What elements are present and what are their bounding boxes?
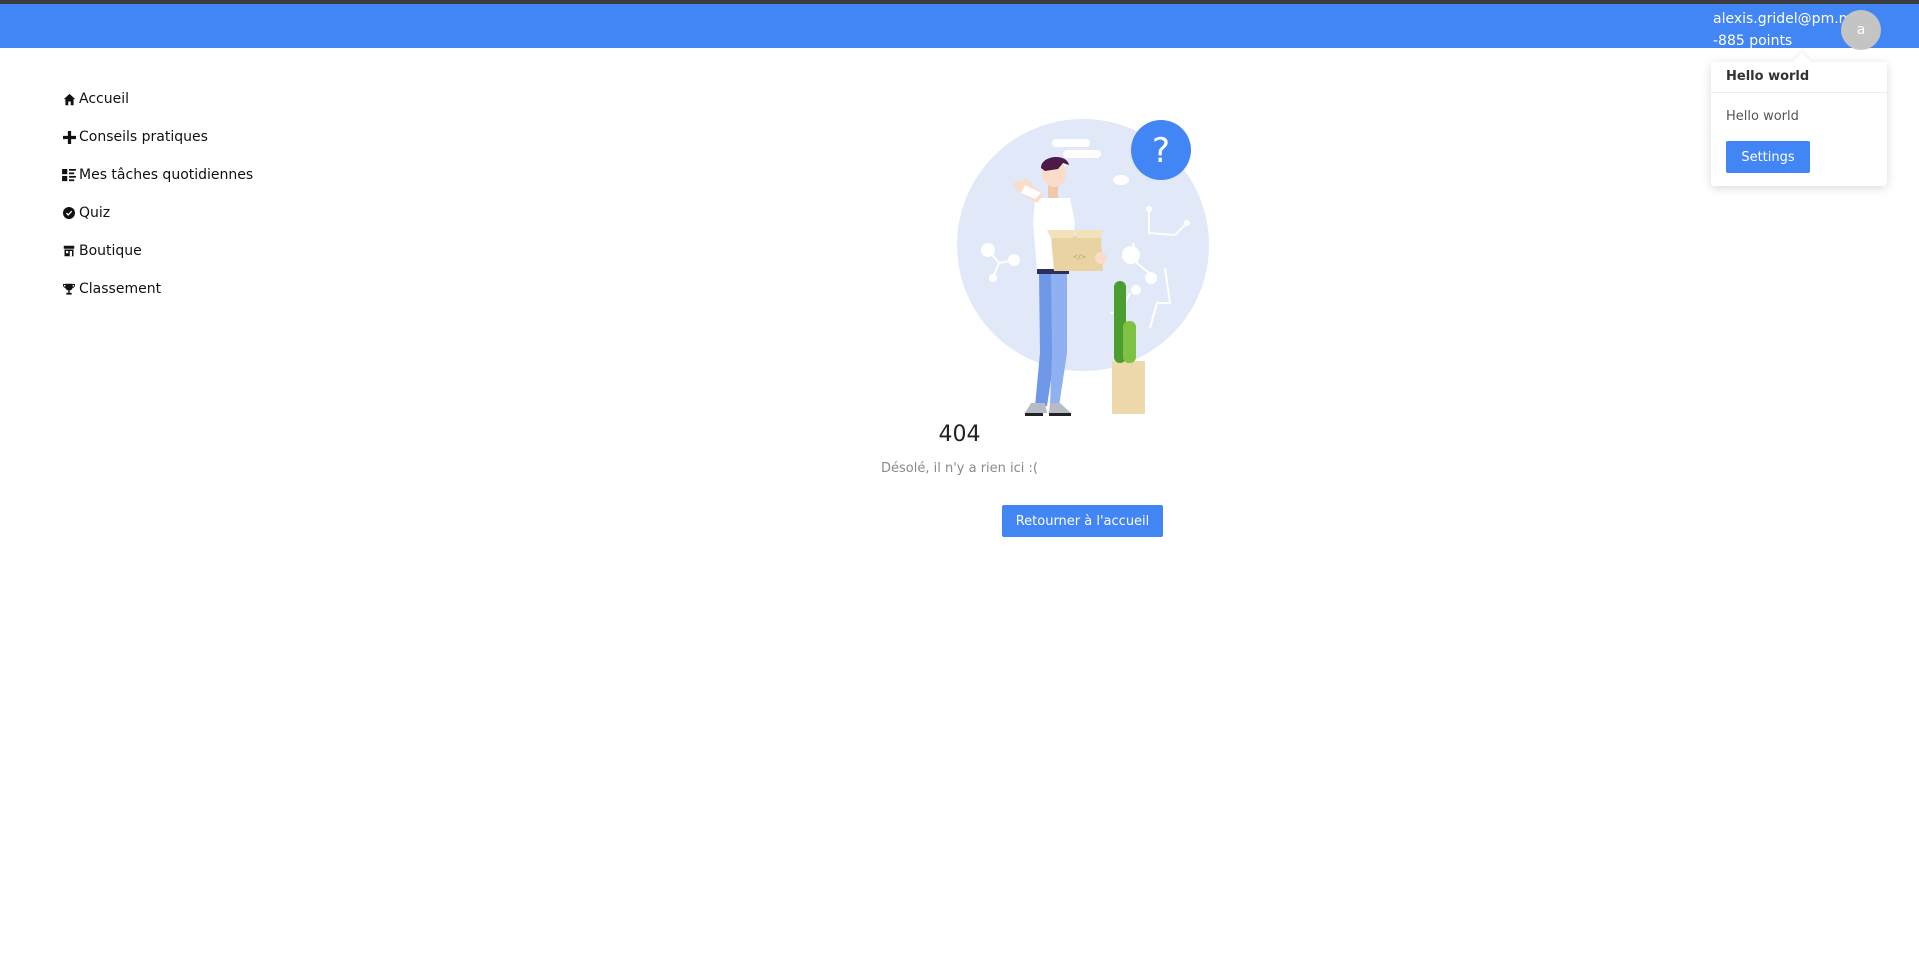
sidebar-nav: Accueil Conseils pratiques Mes tâches qu… — [61, 80, 253, 308]
user-popover: Hello world Hello world Settings — [1711, 62, 1887, 186]
avatar[interactable]: a — [1841, 10, 1881, 50]
svg-text:</>: </> — [1073, 253, 1086, 261]
sidebar-item-quiz[interactable]: Quiz — [61, 194, 253, 232]
sidebar-item-label: Mes tâches quotidiennes — [79, 167, 254, 183]
settings-button[interactable]: Settings — [1726, 141, 1810, 173]
user-info: alexis.gridel@pm.me -885 points — [1713, 8, 1861, 52]
error-code: 404 — [938, 422, 981, 447]
popover-body-text: Hello world — [1726, 109, 1799, 124]
sidebar-item-classement[interactable]: Classement — [61, 270, 253, 308]
check-circle-icon — [61, 205, 77, 221]
sidebar-item-label: Boutique — [79, 243, 142, 259]
user-points: -885 points — [1713, 33, 1793, 49]
svg-text:?: ? — [1152, 131, 1170, 171]
store-icon — [61, 243, 77, 259]
top-header-bar: alexis.gridel@pm.me -885 points a — [0, 4, 1919, 50]
error-message: Désolé, il n'y a rien ici :( — [881, 461, 1038, 476]
popover-title: Hello world — [1711, 62, 1887, 93]
sidebar-item-accueil[interactable]: Accueil — [61, 80, 253, 118]
sidebar-item-label: Accueil — [79, 91, 129, 107]
sidebar-item-label: Conseils pratiques — [79, 129, 208, 145]
sidebar-item-label: Classement — [79, 281, 162, 297]
sidebar-item-boutique[interactable]: Boutique — [61, 232, 253, 270]
plus-icon — [61, 129, 77, 145]
sidebar-item-conseils-pratiques[interactable]: Conseils pratiques — [61, 118, 253, 156]
user-email: alexis.gridel@pm.me — [1713, 11, 1861, 27]
sidebar-item-label: Quiz — [79, 205, 111, 221]
trophy-icon — [61, 281, 77, 297]
not-found-illustration: ? </> — [955, 113, 1215, 422]
avatar-initial: a — [1856, 22, 1866, 38]
tasks-icon — [61, 167, 77, 183]
sidebar-item-mes-taches-quotidiennes[interactable]: Mes tâches quotidiennes — [61, 156, 253, 194]
home-icon — [61, 91, 77, 107]
return-home-button[interactable]: Retourner à l'accueil — [1002, 505, 1163, 537]
